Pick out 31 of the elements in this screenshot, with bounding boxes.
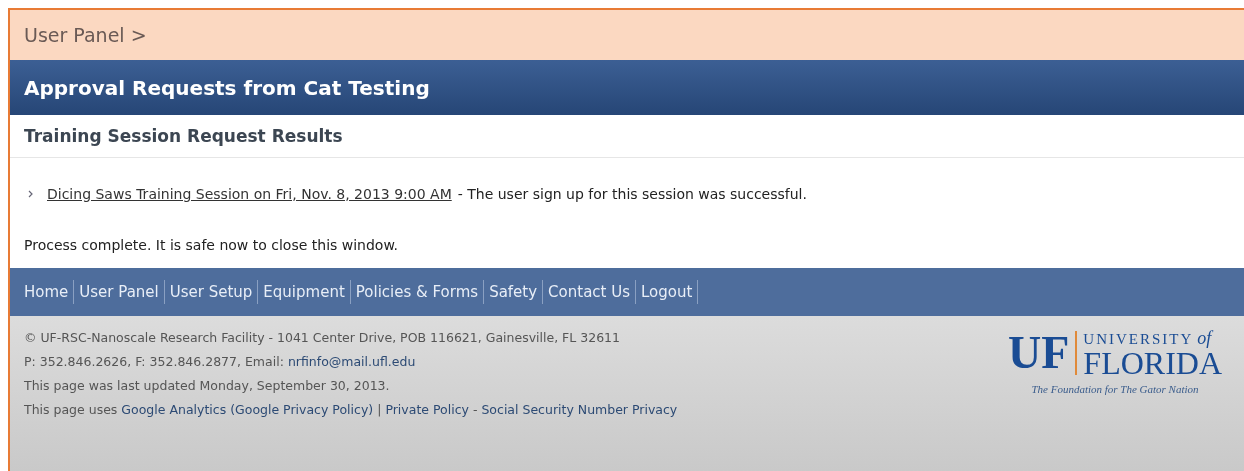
- nav-link[interactable]: Logout: [636, 280, 699, 304]
- footer-link[interactable]: Social Security Number Privacy: [481, 400, 678, 419]
- breadcrumb-link[interactable]: User Panel >: [24, 24, 147, 46]
- nav-link[interactable]: User Setup: [164, 280, 259, 304]
- footer-text: © UF-RSC-Nanoscale Research Facility - 1041 Center Drive, POB 116621, Gainesville, FL 32611: [24, 329, 620, 347]
- nav-link[interactable]: Equipment: [258, 280, 351, 304]
- logo-text: of: [1197, 328, 1212, 349]
- footer-link[interactable]: (Google Privacy Policy): [230, 400, 374, 419]
- nav-link[interactable]: Policies & Forms: [350, 280, 485, 304]
- logo-tagline: The Foundation for The Gator Nation: [1031, 383, 1199, 395]
- footer-text: P: 352.846.2626, F: 352.846.2877, Email:: [24, 353, 284, 371]
- nav-link[interactable]: Home: [24, 280, 75, 304]
- page-title: Approval Requests from Cat Testing: [24, 75, 430, 100]
- nav-link[interactable]: Safety: [484, 280, 544, 304]
- status-message: Process complete. It is safe now to close this window.: [24, 237, 400, 253]
- logo-mark: UF: [1008, 330, 1078, 375]
- section-title: Training Session Request Results: [24, 126, 343, 146]
- footer-link[interactable]: Google Analytics: [121, 400, 227, 419]
- result-message: - The user sign up for this session was successful.: [457, 186, 807, 202]
- footer-text: -: [472, 401, 478, 419]
- nav-link[interactable]: Contact Us: [543, 280, 637, 304]
- footer-text: This page was last updated Monday, September 30, 2013.: [24, 377, 390, 395]
- nav-link[interactable]: User Panel: [74, 280, 165, 304]
- logo-text: FLORIDA: [1083, 349, 1222, 377]
- session-link[interactable]: Dicing Saws Training Session on Fri, Nov. 8, 2013 9:00 AM: [47, 186, 452, 202]
- logo-text: UNIVERSITY: [1083, 331, 1194, 348]
- footer-text: This page uses: [24, 401, 118, 419]
- footer-link[interactable]: Private Policy: [385, 400, 469, 419]
- footer-link[interactable]: nrfinfo@mail.ufl.edu: [287, 352, 416, 371]
- chevron-icon: [28, 190, 33, 198]
- footer-text: |: [377, 401, 382, 419]
